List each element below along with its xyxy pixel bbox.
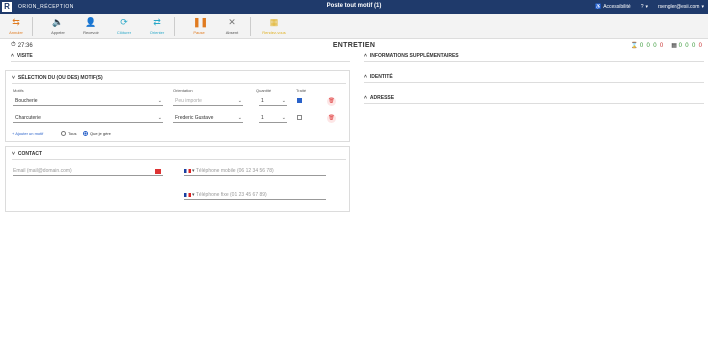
traite-checkbox[interactable] [297,98,302,103]
calendar-icon: ▦ [269,17,279,27]
adresse-section-toggle[interactable]: ˄ ADRESSE [364,95,394,101]
pause-icon: ❚❚ [193,17,209,27]
help-icon: ? [640,4,644,10]
contact-panel: ˅ CONTACT Email (mail@domain.com) ▾ Télé… [5,146,350,212]
chevron-down-icon: ⌄ [281,98,286,104]
radio-circle [61,131,66,136]
divider [364,61,704,62]
pause-button[interactable]: ❚❚ Pause [186,17,212,37]
radio-que-je-gere[interactable]: Que je gère [83,131,111,136]
chevron-down-icon: ⌄ [237,98,242,104]
france-flag-icon [184,192,191,197]
quantite-select[interactable]: 1 ⌄ [259,114,287,123]
divider [12,83,346,84]
mail-icon [155,169,161,174]
motif-select[interactable]: Charcuterie ⌄ [13,114,163,123]
rendez-vous-button[interactable]: ▦ Rendez-vous [259,17,289,37]
trash-icon: 🗑 [328,115,335,121]
accessibility-icon: ♿ [594,4,602,10]
email-field[interactable]: Email (mail@domain.com) [13,167,163,176]
mobile-phone-field[interactable]: ▾ Téléphone mobile (06 12 34 56 78) [184,167,326,176]
delete-motif-button[interactable]: 🗑 [327,114,336,123]
appeler-button[interactable]: 🔈 Appeler [45,17,71,37]
toolbar-divider [32,17,33,36]
contact-section-toggle[interactable]: ˅ CONTACT [12,151,42,157]
counter-group-1: ⌛ 0 0 0 0 [630,43,664,49]
page-title: ENTRETIEN [332,42,376,49]
undo-icon: ⇆ [12,17,20,27]
top-bar: R ORION_RÉCEPTION Poste tout motif (1) ♿… [0,0,708,14]
orientation-select[interactable]: Peu importe ⌄ [173,97,243,106]
chevron-down-icon: ˅ [12,75,15,81]
trash-icon: 🗑 [328,98,335,104]
quantite-select[interactable]: 1 ⌄ [259,97,287,106]
calendar-small-icon: ▦ [671,43,677,49]
annuler-button[interactable]: ⇆ Annuler [3,17,29,37]
chevron-down-icon: ⌄ [281,115,286,121]
transfer-icon: ⇄ [153,17,161,27]
traite-column-label: Traité [296,88,307,93]
traite-checkbox[interactable] [297,115,302,120]
visite-section-toggle[interactable]: ˄ VISITE [11,53,33,59]
chevron-down-icon: ˅ [12,151,15,157]
chevron-up-icon: ˄ [364,74,367,80]
delete-motif-button[interactable]: 🗑 [327,97,336,106]
motifs-panel: ˅ SÉLECTION DU (OU DES) MOTIF(S) Motifs … [5,70,350,142]
user-menu[interactable]: rsengler@esii.com ▾ [658,4,704,10]
recevoir-button[interactable]: 👤 Recevoir [78,17,104,37]
motifs-section-toggle[interactable]: ˅ SÉLECTION DU (OU DES) MOTIF(S) [12,75,103,81]
toolbar: ⇆ Annuler 🔈 Appeler 👤 Recevoir ⟳ Clôture… [0,14,708,39]
identite-section-toggle[interactable]: ˄ IDENTITÉ [364,74,393,80]
quantite-column-label: Quantité [256,88,272,93]
chevron-up-icon: ˄ [364,53,367,59]
accessibility-link[interactable]: ♿ Accessibilité [595,4,631,10]
orienter-button[interactable]: ⇄ Orienter [144,17,170,37]
top-right-menu: ♿ Accessibilité ? ▾ rsengler@esii.com ▾ [595,4,704,10]
radio-tous[interactable]: Tous [61,131,76,136]
divider [364,82,704,83]
chevron-down-icon: ▾ [645,4,648,10]
chevron-down-icon: ⌄ [237,115,242,121]
speaker-icon: 🔈 [52,17,64,27]
person-desk-icon: 👤 [85,17,97,27]
france-flag-icon [184,168,191,173]
chevron-up-icon: ˄ [364,95,367,101]
toolbar-divider [250,17,251,36]
orientation-select[interactable]: Frederic Gustave ⌄ [173,114,243,123]
divider [12,159,346,160]
x-icon: ✕ [228,17,236,27]
radio-circle [83,131,88,136]
absent-button[interactable]: ✕ Absent [219,17,245,37]
chevron-down-icon: ▾ [192,168,195,174]
landline-phone-field[interactable]: ▾ Téléphone fixe (01 23 45 67 89) [184,191,326,200]
divider [364,103,704,104]
divider [11,61,350,62]
help-menu[interactable]: ? ▾ [641,4,648,10]
chevron-down-icon: ▾ [701,4,704,10]
close-ticket-icon: ⟳ [120,17,128,27]
cloturer-button[interactable]: ⟳ Clôturer [111,17,137,37]
motif-select[interactable]: Boucherie ⌄ [13,97,163,106]
add-motif-link[interactable]: + Ajouter un motif [12,131,43,136]
chevron-down-icon: ▾ [192,192,195,198]
motif-column-label: Motifs [13,88,24,93]
chevron-up-icon: ˄ [11,53,14,59]
counter-group-2: ▦ 0 0 0 0 [671,43,702,49]
toolbar-divider [174,17,175,36]
hourglass-icon: ⌛ [630,43,639,49]
chevron-down-icon: ⌄ [157,98,162,104]
orientation-column-label: Orientation [173,88,193,93]
infos-section-toggle[interactable]: ˄ INFORMATIONS SUPPLÉMENTAIRES [364,53,459,59]
chevron-down-icon: ⌄ [157,115,162,121]
queue-counters: ⌛ 0 0 0 0 ▦ 0 0 0 0 [631,42,702,49]
